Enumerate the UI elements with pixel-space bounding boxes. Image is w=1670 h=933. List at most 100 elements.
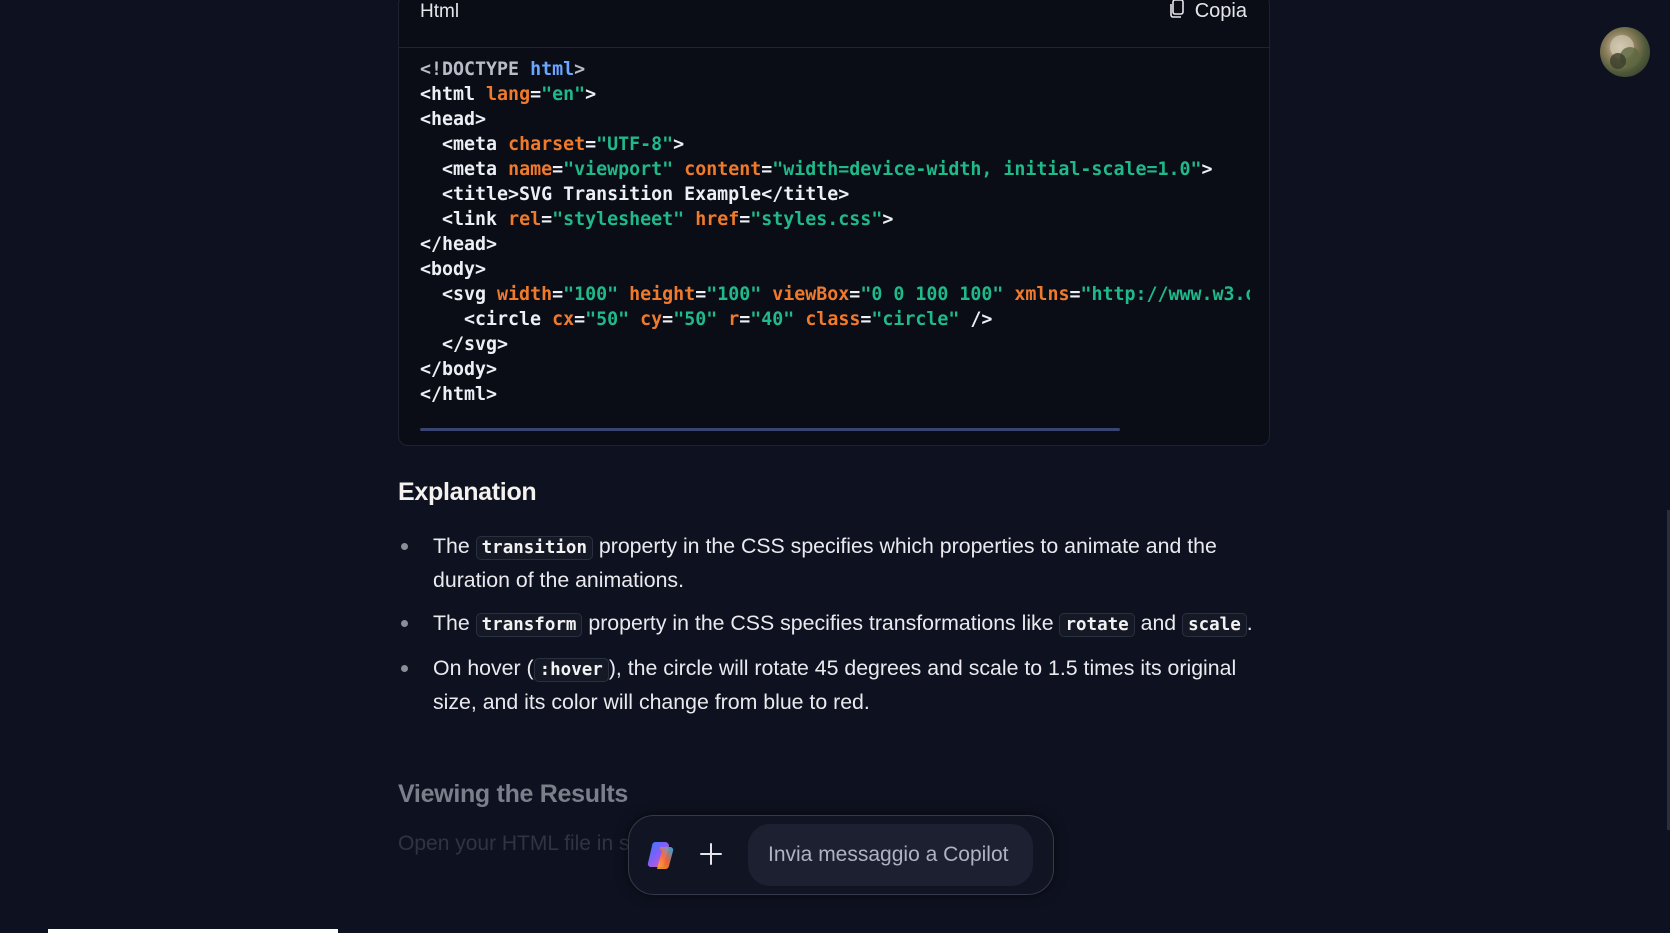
code-token: "circle": [871, 309, 960, 330]
code-token: </html>: [420, 384, 498, 405]
copy-button[interactable]: Copia: [1169, 0, 1247, 24]
explanation-heading: Explanation: [398, 478, 537, 506]
copy-icon: [1169, 0, 1185, 24]
code-token: r: [728, 309, 740, 330]
code-token: "UTF-8": [596, 134, 674, 155]
code-token: "en": [541, 84, 586, 105]
code-token: =: [541, 209, 553, 230]
code-token: html: [530, 59, 575, 80]
code-token: height: [629, 284, 696, 305]
code-token: =: [585, 134, 597, 155]
code-token: "0 0 100 100": [860, 284, 1004, 305]
bullet-text: and: [1134, 611, 1183, 635]
user-avatar[interactable]: [1600, 27, 1650, 77]
code-token: <!DOCTYPE: [420, 59, 531, 80]
viewing-results-heading: Viewing the Results: [398, 780, 629, 808]
code-line: <head>: [420, 107, 1250, 132]
message-input[interactable]: [748, 824, 1033, 886]
code-token: =: [860, 309, 872, 330]
code-token: lang: [486, 84, 531, 105]
code-block-header: Html Copia: [399, 0, 1269, 48]
code-language-label: Html: [420, 1, 460, 22]
code-token: <html: [420, 84, 487, 105]
code-token: "viewport": [563, 159, 674, 180]
code-token: >: [673, 134, 685, 155]
bullet-dot-icon: [401, 665, 408, 672]
code-token: <head>: [420, 109, 487, 130]
code-horizontal-scrollbar[interactable]: [420, 428, 1120, 431]
code-token: <meta: [420, 159, 509, 180]
inline-code: scale: [1182, 613, 1247, 637]
code-token: =: [552, 284, 564, 305]
code-token: rel: [508, 209, 542, 230]
code-token: class: [805, 309, 861, 330]
explanation-list: The transition property in the CSS speci…: [398, 530, 1268, 729]
code-token: =: [739, 209, 751, 230]
code-line: <body>: [420, 257, 1250, 282]
code-token: name: [508, 159, 553, 180]
taskbar-indicator: [48, 929, 338, 933]
code-line: <!DOCTYPE html>: [420, 57, 1250, 82]
explanation-bullet: On hover (:hover), the circle will rotat…: [398, 652, 1268, 718]
code-token: <title>SVG Transition Example</title>: [420, 184, 850, 205]
bullet-text: property in the CSS specifies transforma…: [582, 611, 1060, 635]
code-line: <circle cx="50" cy="50" r="40" class="ci…: [420, 307, 1250, 332]
code-token: href: [695, 209, 740, 230]
bullet-text: The: [433, 534, 476, 558]
code-token: >: [1201, 159, 1213, 180]
code-token: <link: [420, 209, 509, 230]
code-line: </html>: [420, 382, 1250, 407]
code-token: viewBox: [772, 284, 850, 305]
explanation-bullet: The transition property in the CSS speci…: [398, 530, 1268, 596]
code-token: "width=device-width, initial-scale=1.0": [772, 159, 1202, 180]
code-token: "40": [750, 309, 795, 330]
code-token: <body>: [420, 259, 487, 280]
copilot-logo-icon[interactable]: [646, 839, 678, 876]
code-token: "http://www.w3.org/2000/svg">: [1080, 284, 1250, 305]
code-block: Html Copia <!DOCTYPE html> <html lang="en…: [398, 0, 1270, 446]
code-token: "50": [585, 309, 630, 330]
code-token: </body>: [420, 359, 498, 380]
message-composer: [628, 815, 1054, 895]
code-token: =: [695, 284, 707, 305]
code-token: cx: [552, 309, 575, 330]
bullet-text: On hover (: [433, 656, 534, 680]
code-token: "stylesheet": [552, 209, 685, 230]
code-token: "styles.css": [750, 209, 883, 230]
inline-code: rotate: [1059, 613, 1135, 637]
code-token: "100": [706, 284, 762, 305]
code-token: xmlns: [1014, 284, 1070, 305]
code-token: />: [959, 309, 993, 330]
code-token: </svg>: [420, 334, 509, 355]
inline-code: transform: [475, 613, 583, 637]
code-token: =: [552, 159, 564, 180]
code-token: content: [684, 159, 762, 180]
code-line: </svg>: [420, 332, 1250, 357]
add-button[interactable]: [699, 842, 723, 871]
code-content[interactable]: <!DOCTYPE html> <html lang="en"> <head> <m…: [420, 57, 1250, 407]
copy-label: Copia: [1194, 0, 1247, 22]
code-line: <meta name="viewport" content="width=dev…: [420, 157, 1250, 182]
code-token: <svg: [420, 284, 498, 305]
code-token: =: [662, 309, 674, 330]
code-line: <link rel="stylesheet" href="styles.css"…: [420, 207, 1250, 232]
code-token: >: [882, 209, 894, 230]
inline-code: transition: [475, 536, 593, 560]
code-token: =: [1069, 284, 1081, 305]
code-token: =: [739, 309, 751, 330]
code-token: >: [585, 84, 597, 105]
code-token: "50": [673, 309, 718, 330]
code-line: </body>: [420, 357, 1250, 382]
code-token: =: [530, 84, 542, 105]
code-line: <meta charset="UTF-8">: [420, 132, 1250, 157]
code-token: >: [574, 59, 586, 80]
code-token: =: [574, 309, 586, 330]
